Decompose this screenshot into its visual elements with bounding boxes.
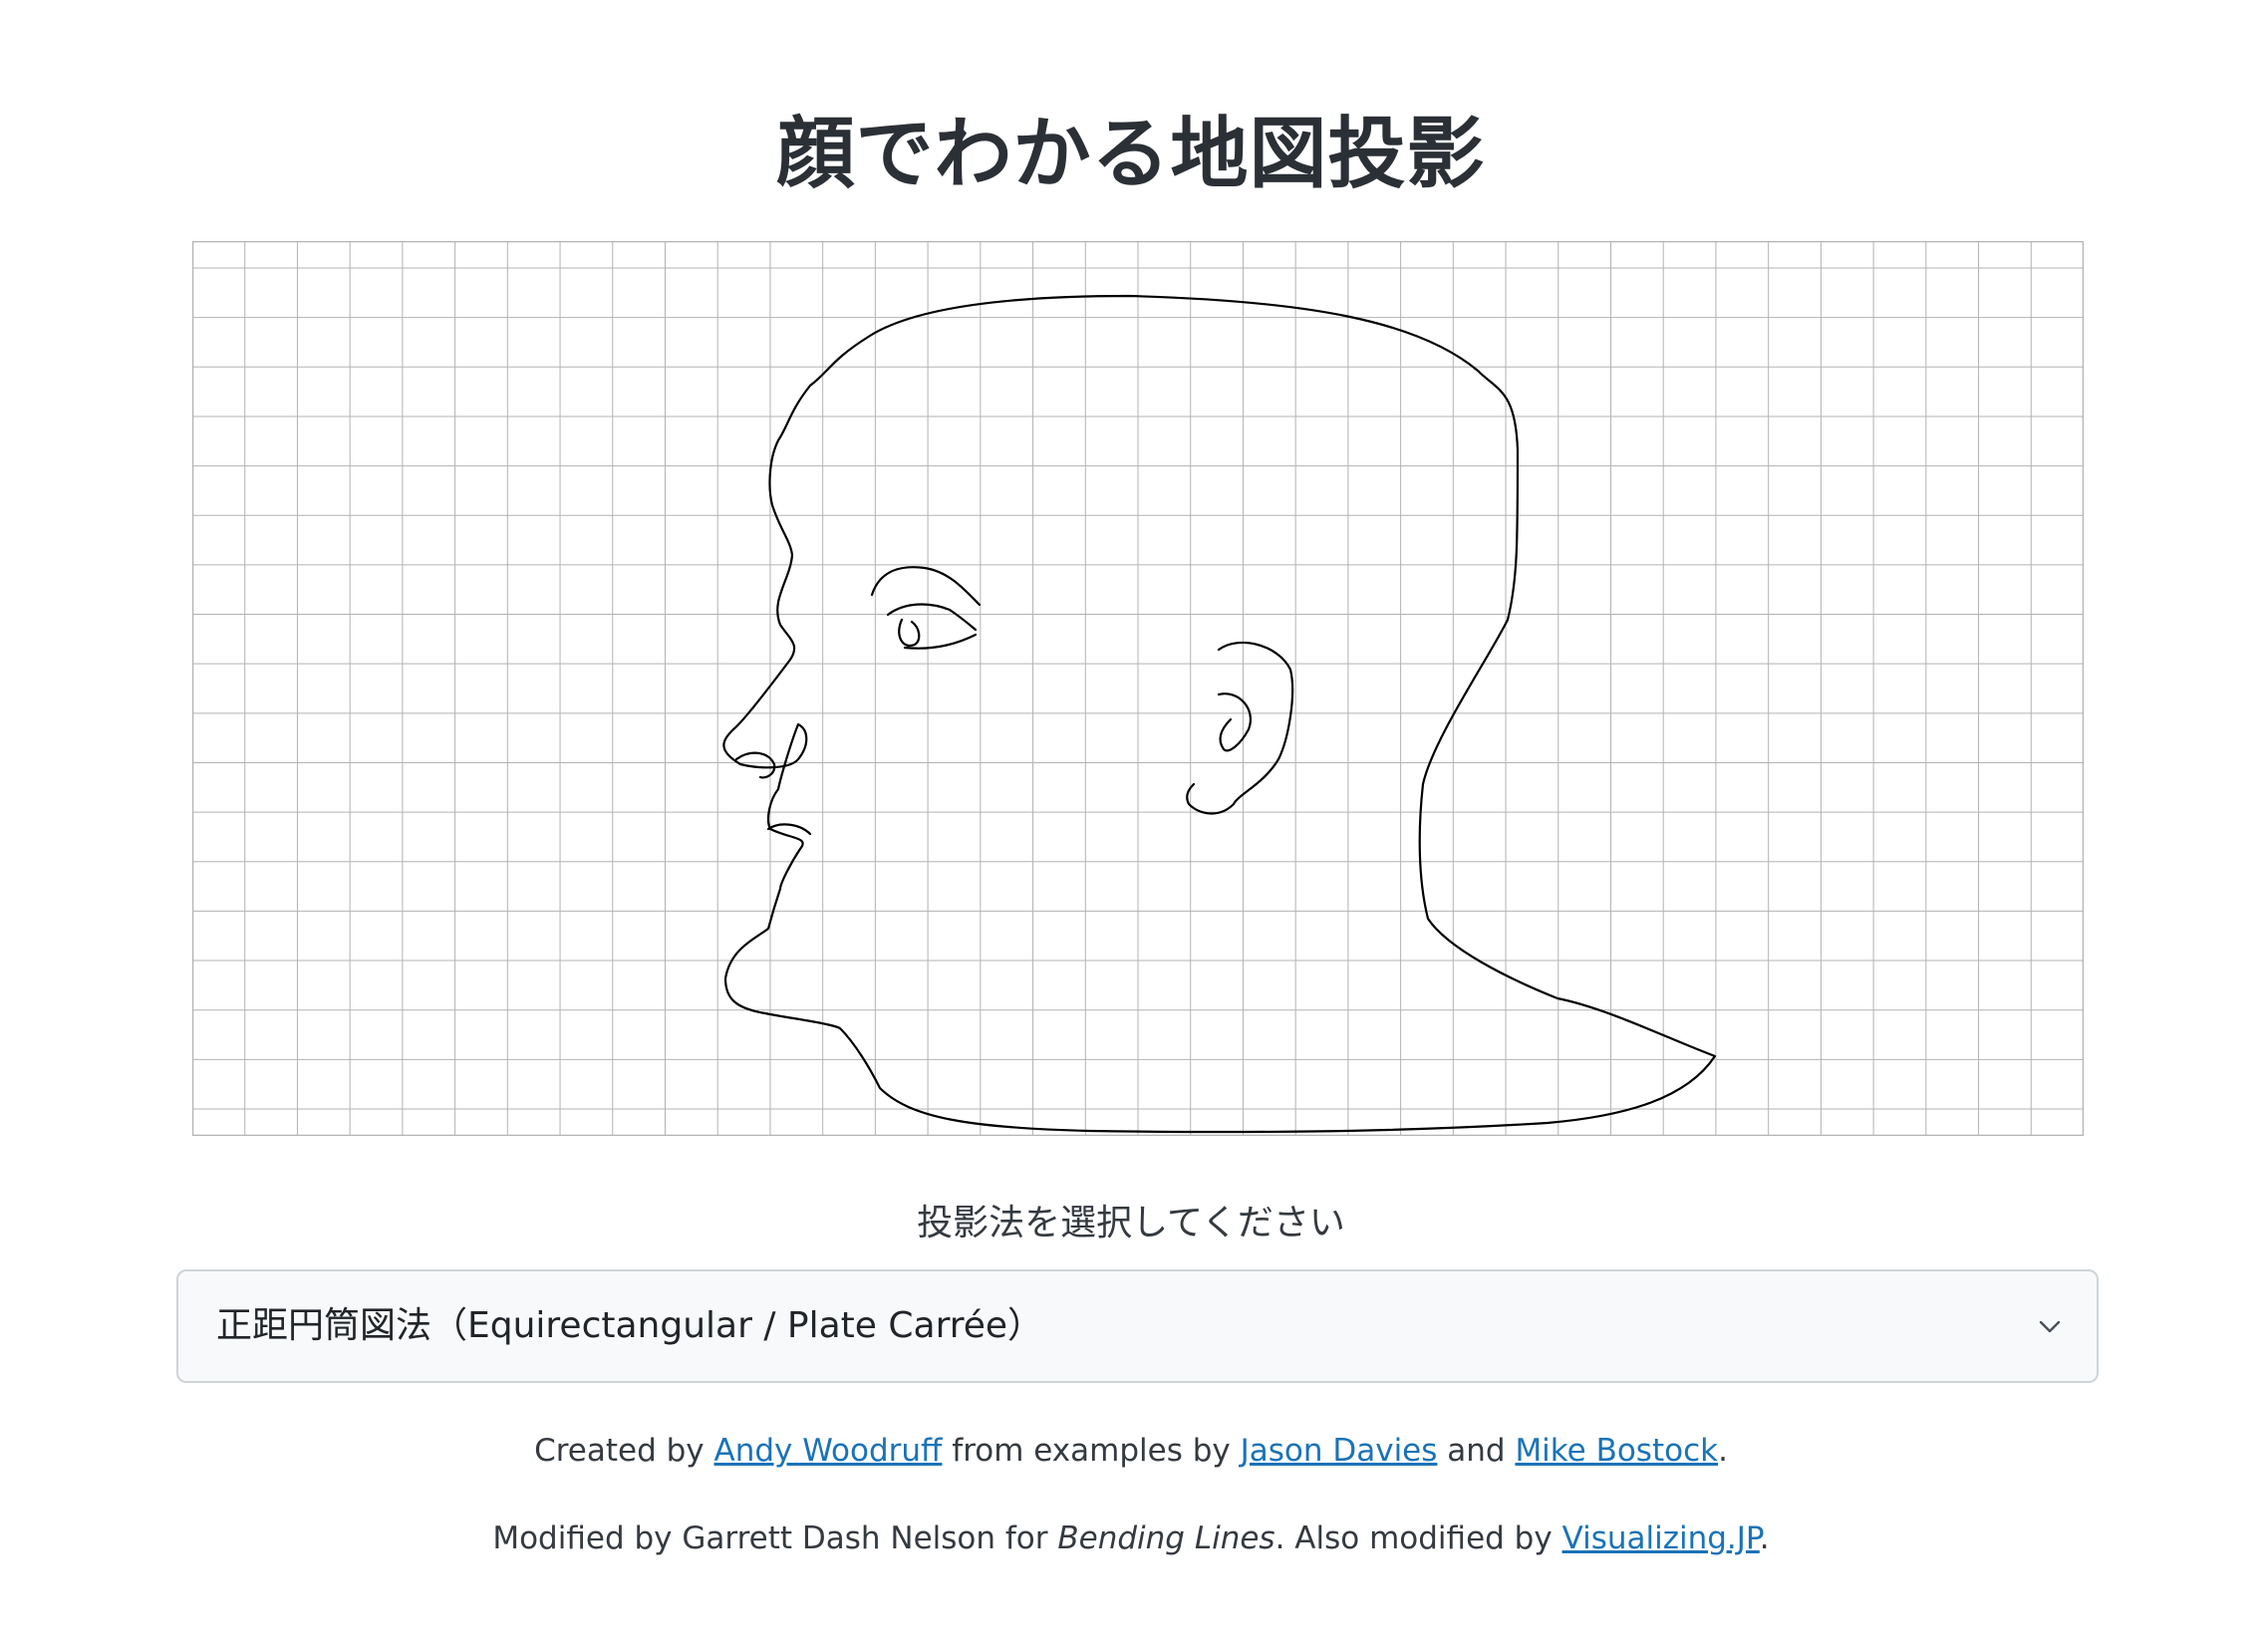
ear-outer-detail: [1186, 641, 1294, 815]
eyebrow-detail: [870, 566, 982, 607]
eye-lower-detail: [903, 633, 978, 650]
face-outline: [722, 294, 1717, 1134]
page-title: 顔でわかる地図投影: [776, 110, 1486, 199]
credits-prefix: Created by: [534, 1433, 714, 1469]
credits2-suffix: .: [1759, 1520, 1770, 1556]
chin-detail: [766, 823, 812, 836]
mike-bostock-link[interactable]: Mike Bostock: [1515, 1433, 1718, 1469]
credits-and: and: [1437, 1433, 1516, 1469]
chevron-down-icon: [2039, 1320, 2061, 1333]
credits-line-1: Created by Andy Woodruff from examples b…: [0, 1429, 2262, 1473]
eye-upper-detail: [886, 603, 978, 632]
credits2-middle: . Also modified by: [1274, 1520, 1562, 1556]
projection-select[interactable]: 正距円筒図法（Equirectangular / Plate Carrée）: [176, 1269, 2099, 1383]
face-drawing: [722, 294, 1717, 1134]
book-title: Bending Lines: [1057, 1520, 1275, 1556]
projection-select-label: 投影法を選択してください: [917, 1203, 1345, 1243]
projection-select-value: 正距円筒図法（Equirectangular / Plate Carrée）: [216, 1305, 1044, 1346]
andy-woodruff-link[interactable]: Andy Woodruff: [713, 1433, 942, 1469]
eye-pupil-detail: [898, 618, 921, 648]
credits-suffix: .: [1718, 1433, 1728, 1469]
map-svg: [192, 241, 2084, 1136]
credits2-prefix: Modified by Garrett Dash Nelson for: [492, 1520, 1058, 1556]
jason-davies-link[interactable]: Jason Davies: [1241, 1433, 1438, 1469]
graticule: [192, 241, 2084, 1136]
credits-middle: from examples by: [942, 1433, 1241, 1469]
page: 顔でわかる地図投影 投影法を選択してください 正距円筒図法（Equirectan…: [0, 0, 2262, 1652]
ear-inner-detail: [1217, 692, 1252, 752]
map-canvas: [192, 241, 2084, 1136]
credits-line-2: Modified by Garrett Dash Nelson for Bend…: [0, 1516, 2262, 1560]
visualizing-jp-link[interactable]: Visualizing.JP: [1562, 1520, 1760, 1556]
